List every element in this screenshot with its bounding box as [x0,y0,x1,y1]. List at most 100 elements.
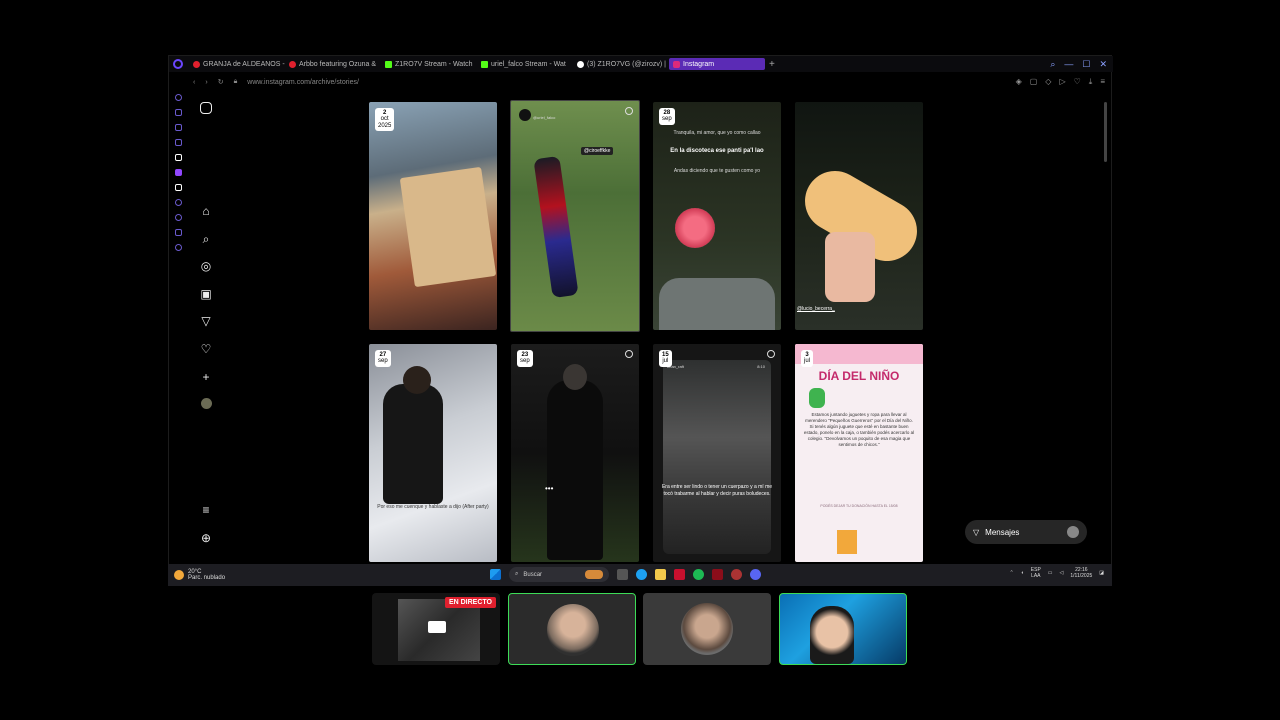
tiktok-icon [577,60,584,68]
windows-start-icon[interactable] [490,569,501,580]
instagram-logo-icon[interactable] [200,102,212,114]
maximize-icon[interactable]: ☐ [1082,59,1090,70]
player-icon[interactable]: ▷ [1059,77,1065,87]
story-thumbnail[interactable]: 23 sep ••• [511,344,639,562]
direct-messages-icon[interactable]: ▽ [199,314,213,328]
story-thumbnail[interactable]: @lucio_becerra_ [795,102,923,330]
home-icon[interactable]: ⌂ [199,204,213,218]
url-field[interactable]: www.instagram.com/archive/stories/ [247,79,359,86]
download-icon[interactable]: ⤓ [1089,77,1093,87]
edge-icon[interactable] [636,569,647,580]
adblock-icon[interactable]: ◈ [1016,77,1022,87]
weather-widget[interactable]: 20°C Parc. nublado [168,569,288,581]
task-view-icon[interactable] [617,569,628,580]
tab-instagram[interactable]: Instagram [669,58,765,70]
language-indicator[interactable]: ESP LAA [1031,567,1041,579]
participant-webcam-tile[interactable] [779,593,907,665]
bookmark-heart-icon[interactable]: ♡ [1074,77,1081,87]
story-thumbnail[interactable]: 27 sep Por eso me cuenque y hablaste a di… [369,344,497,562]
aria-icon[interactable] [174,109,182,116]
minimize-icon[interactable]: — [1064,59,1073,70]
volume-icon[interactable]: ◁ [1060,570,1064,576]
direct-messages-icon: ▽ [973,527,980,537]
instagram-sidebar: ⌂ ⌕ ◎ ▣ ▽ ♡ + ≡ ⊕ [195,100,217,550]
story-date: 3 jul [801,350,814,367]
notifications-heart-icon[interactable]: ♡ [199,342,213,356]
shield-icon[interactable] [174,124,182,131]
tab-kick-ziro[interactable]: Z1RO7V Stream - Watch [381,58,477,70]
lock-icon: 🔒︎ [233,78,238,85]
more-menu-icon[interactable]: ≡ [199,503,213,517]
threads-icon[interactable]: ⊕ [199,531,213,545]
live-badge: EN DIRECTO [444,597,496,608]
app-icon[interactable] [731,569,742,580]
chevron-up-icon[interactable]: ⌃ [1010,570,1014,576]
settings-icon[interactable] [174,244,182,251]
story-date: 28 sep [659,108,675,125]
story-thumbnail[interactable]: 2 oct 2025 [369,102,497,330]
back-icon[interactable]: ‹ [193,79,195,86]
explore-icon[interactable]: ◎ [199,259,213,273]
snapshot-icon[interactable]: ▢ [1030,77,1038,87]
x-icon[interactable] [174,184,182,191]
search-icon[interactable]: ⌕ [199,232,213,246]
forward-icon[interactable]: › [205,79,207,86]
select-circle-icon[interactable] [625,350,633,358]
story-thumbnail[interactable]: brian_raft 8:10 15 jul Era entre ser lind… [653,344,781,562]
story-date: 15 jul [659,350,672,367]
hand-print-icon [809,388,825,408]
clock[interactable]: 22:16 1/11/2025 [1070,567,1092,579]
cube-icon[interactable] [174,229,182,236]
tab-kick-uriel[interactable]: uriel_falco Stream - Wat [477,58,573,70]
create-icon[interactable]: + [199,370,213,384]
search-highlight-image [585,570,603,579]
messages-button[interactable]: ▽ Mensajes [965,520,1087,544]
history-icon[interactable] [174,94,182,101]
opera-icon[interactable] [712,569,723,580]
spotify-icon[interactable] [693,569,704,580]
kick-icon [385,60,392,68]
network-icon[interactable]: ▭ [1048,570,1053,576]
mention-sticker: @lucio_becerra_ [797,306,835,312]
reels-icon[interactable]: ▣ [199,287,213,301]
timer-icon[interactable] [174,214,182,221]
profile-avatar[interactable] [201,398,212,409]
discord-icon[interactable] [750,569,761,580]
store-icon[interactable] [674,569,685,580]
clock-icon[interactable] [174,199,182,206]
spark-icon[interactable] [174,154,182,161]
story-thumbnail[interactable]: 3 jul DÍA DEL NIÑO Estamos juntando jugue… [795,344,923,562]
participant-tile[interactable] [508,593,636,665]
flyer-footer: PODÉS DEJAR TU DONACIÓN HASTA EL 15/08 [820,504,898,508]
microphone-icon[interactable]: ◖ [1021,570,1024,576]
reload-icon[interactable]: ↻ [218,78,224,86]
menu-icon[interactable]: ≡ [1100,77,1105,87]
story-thumbnail[interactable]: 28 sep Tranquila, mi amor, que yo como ca… [653,102,781,330]
header-decoration [795,344,923,364]
file-explorer-icon[interactable] [655,569,666,580]
participant-tile[interactable] [643,593,771,665]
new-tab-button[interactable]: + [769,59,775,70]
opera-logo-icon[interactable] [173,59,183,69]
select-circle-icon[interactable] [767,350,775,358]
screen-share-tile[interactable]: EN DIRECTO [372,593,500,665]
messenger-icon[interactable] [174,139,182,146]
youtube-icon [193,60,200,68]
select-circle-icon[interactable] [625,107,633,115]
head-image [563,364,587,390]
twitch-icon[interactable] [174,169,182,176]
tab-granja[interactable]: GRANJA de ALDEANOS - [189,58,285,70]
pizza-box-image [399,166,497,288]
vpn-icon[interactable]: ◇ [1045,77,1051,87]
tab-tiktok[interactable]: (3) Z1RO7VG (@zirozv) | [573,58,669,70]
search-tabs-icon[interactable]: ⌕ [1050,59,1055,70]
story-thumbnail[interactable]: @ciroeffkke @uriel_falco [510,100,640,332]
taskbar-search[interactable]: ⌕ Buscar [509,567,609,582]
system-tray: ⌃ ◖ ESP LAA ▭ ◁ 22:16 1/11/2025 ◪ [1010,567,1104,579]
participant-avatar [547,604,599,656]
story-date: 23 sep [517,350,533,367]
notifications-icon[interactable]: ◪ [1099,570,1104,576]
tab-arbbo[interactable]: Arbbo featuring Ozuna & [285,58,381,70]
scrollbar[interactable] [1104,102,1107,162]
close-icon[interactable]: ✕ [1099,59,1107,70]
